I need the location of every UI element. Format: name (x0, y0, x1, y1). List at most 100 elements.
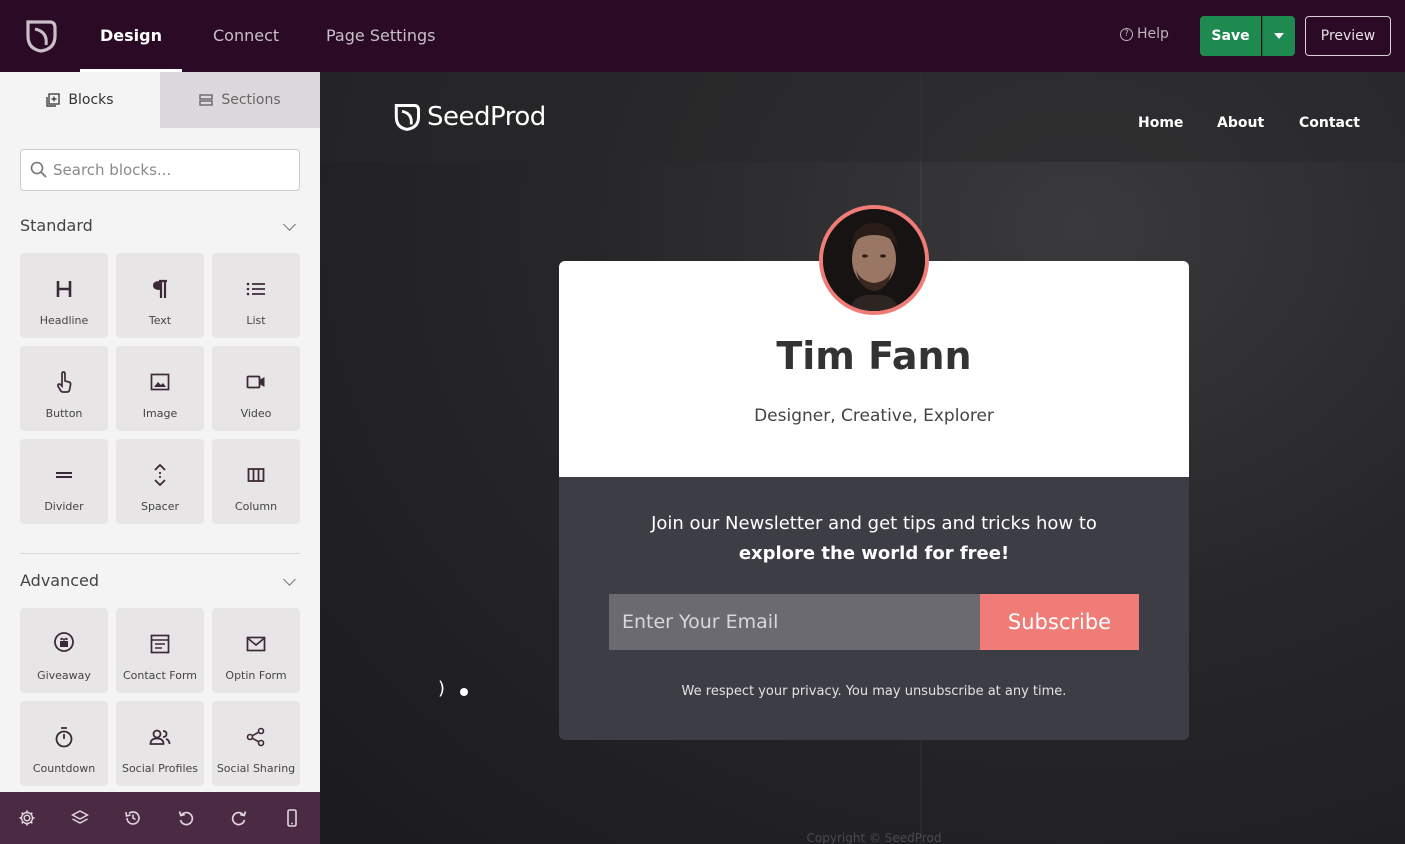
block-social-profiles[interactable]: Social Profiles (116, 701, 204, 786)
tab-sections[interactable]: Sections (160, 72, 320, 128)
privacy-note: We respect your privacy. You may unsubsc… (681, 684, 1067, 699)
page-canvas: SeedProd Home About Contact ) Tim Fann D… (320, 72, 1405, 844)
search-box (20, 149, 300, 191)
block-label: List (246, 314, 266, 327)
nav-contact[interactable]: Contact (1299, 115, 1360, 131)
block-text[interactable]: Text (116, 253, 204, 338)
tab-blocks[interactable]: Blocks (0, 72, 160, 128)
profile-name: Tim Fann (776, 334, 972, 378)
tab-sections-label: Sections (221, 92, 281, 108)
tab-page-settings[interactable]: Page Settings (326, 0, 435, 72)
nav-about[interactable]: About (1217, 115, 1264, 131)
preview-button[interactable]: Preview (1305, 16, 1391, 56)
block-label: Divider (44, 500, 84, 513)
avatar[interactable] (819, 205, 929, 315)
advanced-group-title: Advanced (20, 571, 100, 590)
site-logo[interactable]: SeedProd (393, 102, 546, 132)
spacer-icon (154, 464, 166, 486)
chevron-down-icon[interactable] (283, 218, 296, 231)
form-icon (150, 634, 170, 654)
newsletter-line-1: Join our Newsletter and get tips and tri… (651, 513, 1097, 534)
newsletter-heading: Join our Newsletter and get tips and tri… (559, 509, 1189, 569)
block-label: Headline (39, 314, 89, 327)
blocks-sidebar: Blocks Sections Standard Headline Text L… (0, 72, 320, 792)
tab-blocks-label: Blocks (68, 92, 114, 108)
standard-group-title: Standard (20, 216, 93, 235)
copyright-text: Copyright © SeedProd (806, 831, 942, 844)
redo-icon[interactable] (230, 809, 248, 827)
block-countdown[interactable]: Countdown (20, 701, 108, 786)
users-icon (149, 729, 171, 745)
group-divider (20, 553, 300, 554)
tab-connect[interactable]: Connect (213, 0, 279, 72)
sections-icon (199, 94, 214, 106)
block-label: Video (240, 407, 272, 420)
background-artifact: ) (438, 678, 446, 699)
block-label: Image (142, 407, 178, 420)
save-dropdown-button[interactable] (1262, 16, 1295, 56)
block-label: Social Sharing (216, 762, 296, 775)
background-dot (460, 688, 468, 696)
layers-icon[interactable] (71, 809, 89, 827)
search-input[interactable] (53, 150, 293, 190)
block-column[interactable]: Column (212, 439, 300, 524)
search-icon (30, 161, 47, 178)
help-link[interactable]: ? Help (1120, 26, 1169, 42)
block-giveaway[interactable]: Giveaway (20, 608, 108, 693)
columns-icon (247, 468, 265, 482)
block-label: Spacer (140, 500, 180, 513)
profile-tagline: Designer, Creative, Explorer (754, 406, 994, 426)
site-header: SeedProd Home About Contact (320, 72, 1405, 162)
mobile-preview-icon[interactable] (283, 809, 301, 827)
block-spacer[interactable]: Spacer (116, 439, 204, 524)
block-social-sharing[interactable]: Social Sharing (212, 701, 300, 786)
video-camera-icon (246, 375, 265, 389)
nav-home[interactable]: Home (1138, 115, 1183, 131)
block-contact-form[interactable]: Contact Form (116, 608, 204, 693)
block-video[interactable]: Video (212, 346, 300, 431)
blocks-icon (46, 93, 61, 107)
chevron-down-icon[interactable] (283, 573, 296, 586)
email-field[interactable]: Enter Your Email (609, 594, 980, 650)
help-circle-icon: ? (1120, 27, 1133, 41)
block-label: Social Profiles (121, 762, 199, 775)
sidebar-tabs: Blocks Sections (0, 72, 320, 128)
block-label: Contact Form (122, 669, 197, 682)
help-label: Help (1137, 26, 1169, 42)
giveaway-icon (54, 632, 74, 652)
seedprod-logo-icon (394, 103, 421, 131)
gear-icon[interactable] (18, 809, 36, 827)
block-divider[interactable]: Divider (20, 439, 108, 524)
block-label: Button (45, 407, 83, 420)
pointer-hand-icon (57, 371, 72, 393)
newsletter-line-2: explore the world for free! (559, 539, 1189, 569)
history-icon[interactable] (124, 809, 142, 827)
block-list[interactable]: List (212, 253, 300, 338)
save-button[interactable]: Save (1200, 16, 1261, 56)
undo-icon[interactable] (177, 809, 195, 827)
divider-icon (56, 472, 72, 478)
stopwatch-icon (55, 727, 73, 748)
list-icon (246, 282, 265, 296)
share-icon (246, 727, 265, 747)
block-label: Column (234, 500, 278, 513)
image-icon (150, 373, 170, 391)
site-logo-text: SeedProd (427, 102, 546, 132)
paragraph-icon (153, 279, 167, 298)
newsletter-line-2-bold: explore the world for free! (738, 543, 1010, 564)
seedprod-logo-icon[interactable] (24, 18, 58, 54)
block-headline[interactable]: Headline (20, 253, 108, 338)
block-label: Text (148, 314, 172, 327)
advanced-group-header[interactable]: Advanced (20, 571, 300, 595)
avatar-photo (823, 209, 925, 311)
envelope-icon (246, 636, 266, 652)
block-button[interactable]: Button (20, 346, 108, 431)
block-optin-form[interactable]: Optin Form (212, 608, 300, 693)
tab-design[interactable]: Design (80, 0, 182, 72)
block-image[interactable]: Image (116, 346, 204, 431)
standard-group-header[interactable]: Standard (20, 216, 300, 240)
subscribe-button[interactable]: Subscribe (980, 594, 1139, 650)
block-label: Giveaway (37, 669, 91, 682)
top-bar: Design Connect Page Settings ? Help Save… (0, 0, 1405, 72)
bottom-toolbar (0, 792, 320, 844)
